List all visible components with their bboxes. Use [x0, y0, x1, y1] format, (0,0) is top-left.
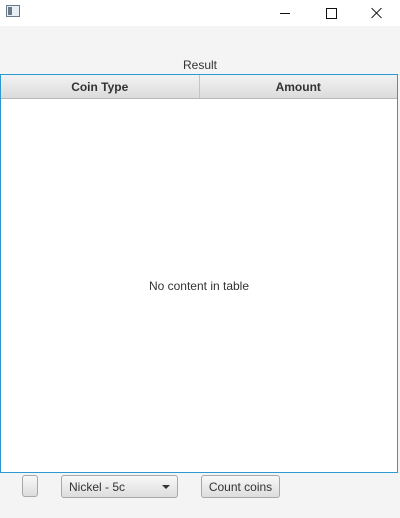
close-icon	[371, 7, 383, 19]
column-header-coin-type[interactable]: Coin Type	[1, 75, 199, 98]
table-header: Coin Type Amount	[1, 75, 397, 99]
small-button[interactable]	[22, 475, 38, 497]
minimize-button[interactable]	[262, 0, 308, 26]
minimize-icon	[280, 12, 290, 14]
close-button[interactable]	[354, 0, 400, 26]
coin-type-select-value: Nickel - 5c	[69, 479, 126, 494]
coin-type-select[interactable]: Nickel - 5c	[61, 475, 178, 498]
table-placeholder: No content in table	[148, 279, 250, 293]
app-window: Result Coin Type Amount No content in ta…	[0, 0, 400, 518]
count-coins-button[interactable]: Count coins	[201, 475, 280, 498]
coin-table[interactable]: Coin Type Amount No content in table	[0, 74, 398, 473]
title-bar	[0, 0, 400, 26]
app-icon	[6, 5, 20, 17]
maximize-button[interactable]	[308, 0, 354, 26]
chevron-down-icon	[162, 485, 170, 489]
column-header-amount[interactable]: Amount	[198, 75, 398, 98]
maximize-icon	[325, 7, 337, 19]
result-label: Result	[182, 58, 217, 72]
